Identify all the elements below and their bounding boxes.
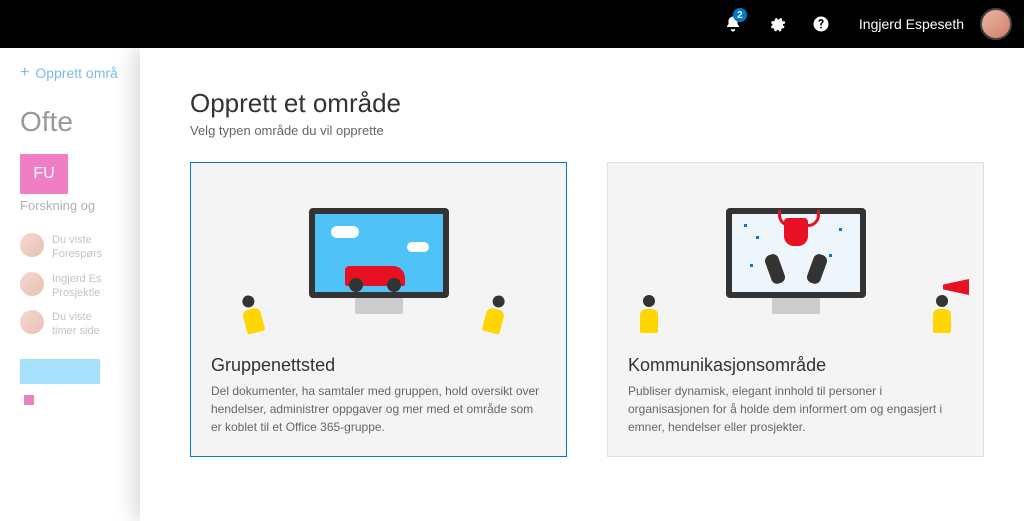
team-site-illustration: [191, 163, 566, 343]
monitor-icon: [309, 208, 449, 298]
create-site-panel: Opprett et område Velg typen område du v…: [140, 48, 1024, 521]
avatar[interactable]: [980, 8, 1012, 40]
megaphone-icon: [943, 279, 969, 295]
card-title: Kommunikasjonsområde: [628, 355, 963, 376]
site-name-label: Forskning og: [20, 198, 140, 213]
thumbnail[interactable]: [20, 359, 100, 409]
gear-icon: [768, 15, 786, 33]
avatar-icon: [20, 310, 44, 334]
notification-badge: 2: [733, 8, 747, 22]
activity-item[interactable]: Du viste timer side: [20, 310, 140, 339]
card-description: Publiser dynamisk, elegant innhold til p…: [628, 382, 963, 436]
activity-text: Du viste Forespørs: [52, 233, 102, 262]
create-site-link[interactable]: + Opprett områ: [20, 64, 140, 82]
monitor-icon: [726, 208, 866, 298]
site-tile[interactable]: FU: [20, 154, 68, 194]
panel-title: Opprett et område: [190, 88, 984, 119]
settings-button[interactable]: [759, 6, 795, 42]
activity-text: Du viste timer side: [52, 310, 100, 339]
main-area: + Opprett områ Ofte FU Forskning og Du v…: [0, 48, 1024, 521]
sidebar: + Opprett områ Ofte FU Forskning og Du v…: [0, 48, 140, 521]
avatar-icon: [20, 233, 44, 257]
avatar-icon: [20, 272, 44, 296]
activity-item[interactable]: Ingjerd Es Prosjektle: [20, 272, 140, 301]
communication-site-illustration: [608, 163, 983, 343]
card-description: Del dokumenter, ha samtaler med gruppen,…: [211, 382, 546, 436]
communication-site-card[interactable]: Kommunikasjonsområde Publiser dynamisk, …: [607, 162, 984, 457]
frequent-heading: Ofte: [20, 106, 140, 138]
panel-subtitle: Velg typen område du vil opprette: [190, 123, 984, 138]
team-site-card[interactable]: Gruppenettsted Del dokumenter, ha samtal…: [190, 162, 567, 457]
plus-icon: +: [20, 64, 29, 82]
question-icon: [812, 15, 830, 33]
create-site-label: Opprett områ: [35, 65, 117, 81]
activity-text: Ingjerd Es Prosjektle: [52, 272, 102, 301]
user-name-label: Ingjerd Espeseth: [859, 16, 964, 32]
help-button[interactable]: [803, 6, 839, 42]
card-container: Gruppenettsted Del dokumenter, ha samtal…: [190, 162, 984, 457]
activity-item[interactable]: Du viste Forespørs: [20, 233, 140, 262]
notifications-button[interactable]: 2: [715, 6, 751, 42]
top-bar: 2 Ingjerd Espeseth: [0, 0, 1024, 48]
card-title: Gruppenettsted: [211, 355, 546, 376]
